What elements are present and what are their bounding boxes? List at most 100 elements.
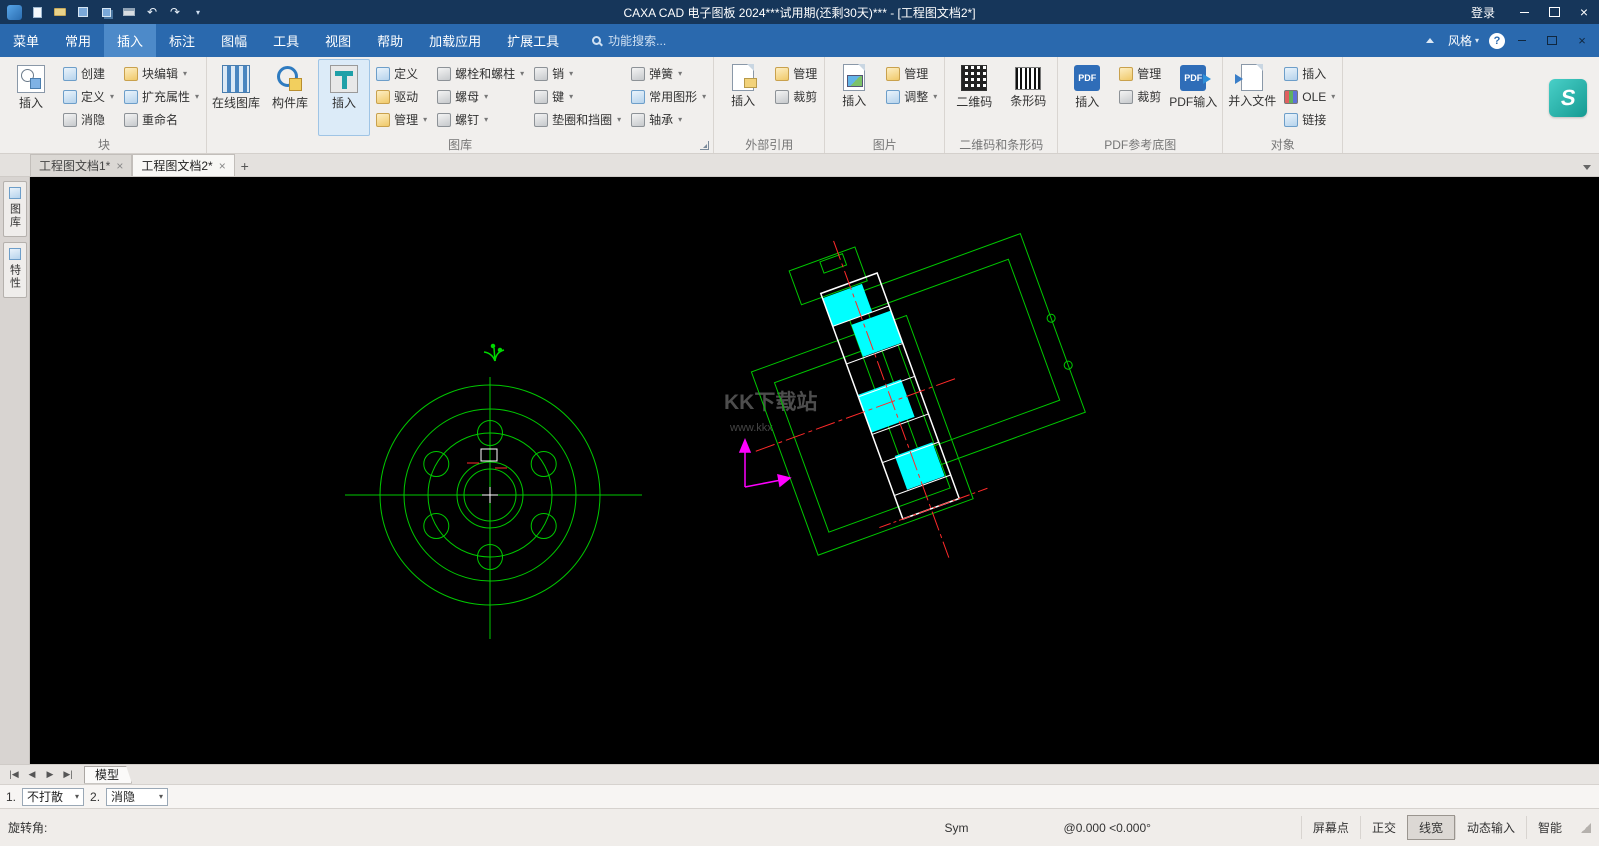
print-button[interactable] xyxy=(121,4,137,20)
block-rename-button[interactable]: 重命名 xyxy=(120,108,203,131)
washers-rings-button[interactable]: 垫圈和挡圈 xyxy=(530,108,625,131)
doc-tab-1[interactable]: 工程图文档1* xyxy=(30,154,132,176)
library-insert-button[interactable]: 插入 xyxy=(318,59,370,136)
common-shapes-icon xyxy=(631,90,645,104)
menu-tab-insert[interactable]: 插入 xyxy=(104,24,156,57)
style-menu-button[interactable]: 风格 xyxy=(1442,32,1485,49)
hide-option-dropdown[interactable]: 消隐 xyxy=(106,788,168,806)
help-icon[interactable]: ? xyxy=(1489,33,1505,49)
tab-list-caret-icon[interactable] xyxy=(1583,165,1591,170)
new-file-button[interactable] xyxy=(29,4,45,20)
menu-tab-common[interactable]: 常用 xyxy=(52,24,104,57)
explode-option-dropdown[interactable]: 不打散 xyxy=(22,788,84,806)
toggle-lineweight[interactable]: 线宽 xyxy=(1407,815,1455,840)
menu-tab-annotate[interactable]: 标注 xyxy=(156,24,208,57)
pdf-input-button[interactable]: PDF PDF输入 xyxy=(1167,59,1219,136)
drawing-canvas[interactable]: KK下载站 www.kkx xyxy=(30,177,1599,764)
nav-last-button[interactable]: ▶| xyxy=(60,767,76,783)
document-restore-button[interactable] xyxy=(1539,30,1565,52)
menu-tab-menu[interactable]: 菜单 xyxy=(0,24,52,57)
qat-customize-button[interactable] xyxy=(190,4,206,20)
xref-manage-button[interactable]: 管理 xyxy=(771,62,821,85)
window-close-button[interactable] xyxy=(1569,0,1599,24)
dialog-launcher-icon[interactable] xyxy=(700,141,709,150)
xref-insert-button[interactable]: 插入 xyxy=(717,59,769,136)
collapse-ribbon-button[interactable] xyxy=(1422,33,1438,49)
library-manage-button[interactable]: 管理 xyxy=(372,108,431,131)
ole-button[interactable]: OLE xyxy=(1280,85,1339,108)
block-ext-attr-button[interactable]: 扩充属性 xyxy=(120,85,203,108)
link-button[interactable]: 链接 xyxy=(1280,108,1339,131)
common-shapes-button[interactable]: 常用图形 xyxy=(627,85,710,108)
pdf-insert-button[interactable]: PDF 插入 xyxy=(1061,59,1113,136)
image-adjust-button[interactable]: 调整 xyxy=(882,85,941,108)
block-define-button[interactable]: 定义 xyxy=(59,85,118,108)
menu-tab-tools[interactable]: 工具 xyxy=(260,24,312,57)
function-search[interactable]: 功能搜索... xyxy=(592,24,666,57)
menu-tab-load-app[interactable]: 加载应用 xyxy=(416,24,494,57)
object-insert-button[interactable]: 插入 xyxy=(1280,62,1339,85)
nuts-button[interactable]: 螺母 xyxy=(433,85,528,108)
undo-button[interactable] xyxy=(144,4,160,20)
block-hide-button[interactable]: 消隐 xyxy=(59,108,118,131)
command-prompt: 旋转角: xyxy=(8,819,47,836)
toggle-ortho[interactable]: 正交 xyxy=(1360,816,1407,839)
document-minimize-button[interactable] xyxy=(1509,30,1535,52)
bearings-button[interactable]: 轴承 xyxy=(627,108,710,131)
save-button[interactable] xyxy=(75,4,91,20)
pdf-manage-button[interactable]: 管理 xyxy=(1115,62,1165,85)
document-close-button[interactable] xyxy=(1569,30,1595,52)
springs-button[interactable]: 弹簧 xyxy=(627,62,710,85)
new-tab-button[interactable] xyxy=(235,156,255,176)
online-library-button[interactable]: 在线图库 xyxy=(210,59,262,136)
block-insert-button[interactable]: 插入 xyxy=(5,59,57,136)
bolts-studs-button[interactable]: 螺栓和螺柱 xyxy=(433,62,528,85)
save-all-button[interactable] xyxy=(98,4,114,20)
block-create-button[interactable]: 创建 xyxy=(59,62,118,85)
pins-button[interactable]: 销 xyxy=(530,62,625,85)
redo-button[interactable] xyxy=(167,4,183,20)
block-edit-button[interactable]: 块编辑 xyxy=(120,62,203,85)
merge-file-button[interactable]: 并入文件 xyxy=(1226,59,1278,136)
window-maximize-button[interactable] xyxy=(1539,0,1569,24)
model-tab[interactable]: 模型 xyxy=(84,766,132,784)
menu-tab-view[interactable]: 视图 xyxy=(312,24,364,57)
barcode-button[interactable]: 条形码 xyxy=(1002,59,1054,136)
component-library-button[interactable]: 构件库 xyxy=(264,59,316,136)
toggle-screen-point[interactable]: 屏幕点 xyxy=(1301,816,1360,839)
caxa-logo[interactable] xyxy=(1549,79,1587,117)
spring-icon xyxy=(631,67,645,81)
library-drive-button[interactable]: 驱动 xyxy=(372,85,431,108)
nav-next-button[interactable]: ▶ xyxy=(42,767,58,783)
close-tab-icon[interactable] xyxy=(116,159,123,173)
group-label-pdf: PDF参考底图 xyxy=(1104,136,1176,153)
screws-button[interactable]: 螺钉 xyxy=(433,108,528,131)
menu-tab-help[interactable]: 帮助 xyxy=(364,24,416,57)
toggle-smart-snap[interactable]: 智能 xyxy=(1526,816,1573,839)
app-logo-icon[interactable] xyxy=(7,5,22,20)
open-file-button[interactable] xyxy=(52,4,68,20)
menu-tab-ext-tools[interactable]: 扩展工具 xyxy=(494,24,572,57)
window-minimize-button[interactable] xyxy=(1509,0,1539,24)
key-icon xyxy=(534,90,548,104)
open-folder-icon xyxy=(54,8,66,16)
nav-first-button[interactable]: |◀ xyxy=(6,767,22,783)
close-tab-icon[interactable] xyxy=(219,159,226,173)
doc-tab-2-active[interactable]: 工程图文档2* xyxy=(132,154,234,176)
ribbon-group-xref: 插入 管理 裁剪 外部引用 xyxy=(714,57,825,153)
toggle-dynamic-input[interactable]: 动态输入 xyxy=(1455,816,1526,839)
xref-clip-button[interactable]: 裁剪 xyxy=(771,85,821,108)
qr-code-button[interactable]: 二维码 xyxy=(948,59,1000,136)
pdf-clip-button[interactable]: 裁剪 xyxy=(1115,85,1165,108)
ribbon: 插入 创建 定义 消隐 块编辑 扩充属性 重命名 块 在线 xyxy=(0,57,1599,154)
menu-tab-sheet[interactable]: 图幅 xyxy=(208,24,260,57)
group-label-xref: 外部引用 xyxy=(745,136,793,153)
image-insert-button[interactable]: 插入 xyxy=(828,59,880,136)
image-manage-button[interactable]: 管理 xyxy=(882,62,941,85)
nav-prev-button[interactable]: ◀ xyxy=(24,767,40,783)
side-tab-library[interactable]: 图库 xyxy=(3,181,27,237)
library-define-button[interactable]: 定义 xyxy=(372,62,431,85)
keys-button[interactable]: 键 xyxy=(530,85,625,108)
side-tab-properties[interactable]: 特性 xyxy=(3,242,27,298)
login-button[interactable]: 登录 xyxy=(1457,4,1509,21)
